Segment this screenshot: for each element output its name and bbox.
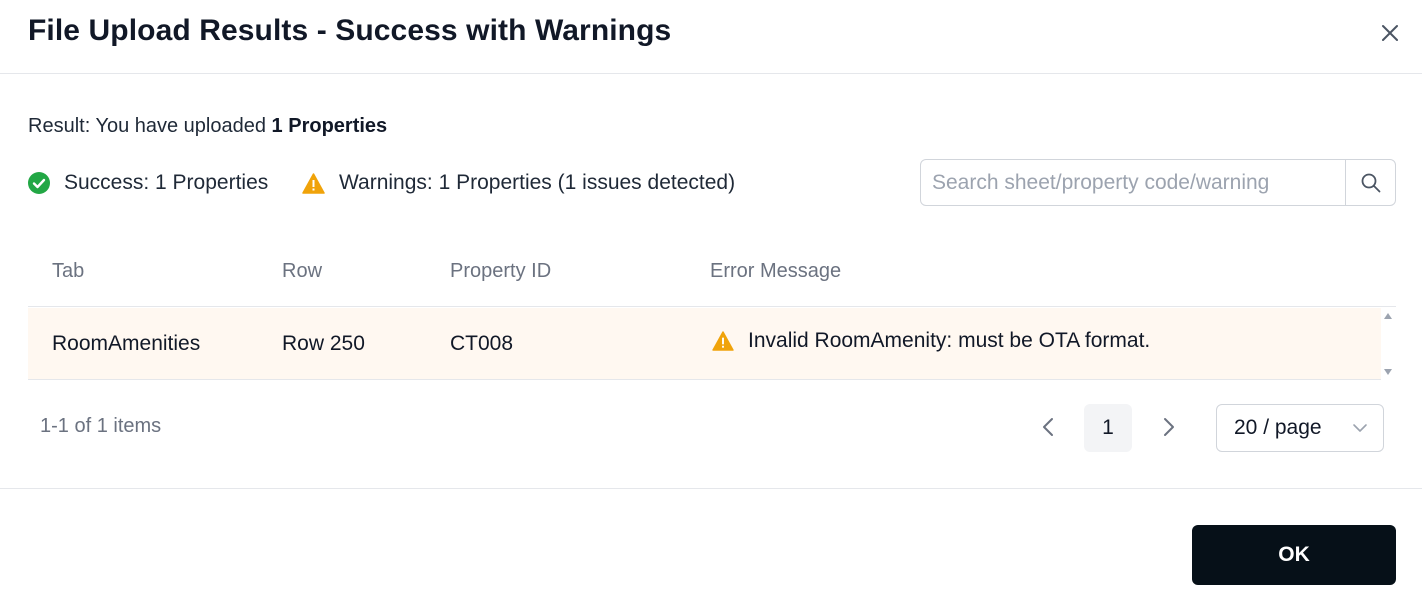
cell-row: Row 250 xyxy=(282,332,365,355)
column-header-tab: Tab xyxy=(52,260,85,282)
search-box xyxy=(920,159,1396,206)
result-summary: Result: You have uploaded 1 Properties xyxy=(28,115,387,138)
cell-tab: RoomAmenities xyxy=(52,332,201,355)
close-button[interactable] xyxy=(1376,19,1404,47)
error-message-text: Invalid RoomAmenity: must be OTA format. xyxy=(748,329,1151,352)
warning-icon xyxy=(302,172,325,194)
search-button[interactable] xyxy=(1345,160,1395,205)
previous-page-button[interactable] xyxy=(1036,414,1062,440)
ok-button[interactable]: OK xyxy=(1192,525,1396,585)
success-stat: Success: 1 Properties xyxy=(28,170,268,196)
table-header: Tab Row Property ID Error Message xyxy=(28,237,1396,307)
column-header-property-id: Property ID xyxy=(450,260,552,282)
column-header-row: Row xyxy=(282,260,323,282)
scroll-down-arrow-icon[interactable] xyxy=(1382,367,1394,377)
scroll-up-arrow-icon[interactable] xyxy=(1382,311,1394,321)
upload-results-dialog: File Upload Results - Success with Warni… xyxy=(0,0,1422,610)
chevron-left-icon xyxy=(1043,418,1053,436)
page-size-select[interactable]: 20 / page xyxy=(1216,404,1384,452)
table-row: RoomAmenities Row 250 CT008 Invalid Room… xyxy=(28,308,1381,380)
chevron-down-icon xyxy=(1353,424,1367,432)
page-size-value: 20 / page xyxy=(1234,416,1322,439)
page-number-button[interactable]: 1 xyxy=(1084,404,1132,452)
dialog-title: File Upload Results - Success with Warni… xyxy=(28,14,672,47)
check-circle-icon xyxy=(28,172,50,194)
pagination-total: 1-1 of 1 items xyxy=(40,415,162,437)
next-page-button[interactable] xyxy=(1155,414,1181,440)
cell-property-id: CT008 xyxy=(450,332,514,355)
footer-divider xyxy=(0,488,1422,489)
column-header-error-message: Error Message xyxy=(710,260,842,282)
cell-error-message: Invalid RoomAmenity: must be OTA format. xyxy=(712,329,1150,353)
search-icon xyxy=(1361,173,1380,192)
warnings-text: Warnings: 1 Properties (1 issues detecte… xyxy=(339,171,736,194)
warnings-stat: Warnings: 1 Properties (1 issues detecte… xyxy=(302,170,735,196)
warning-icon xyxy=(712,331,734,351)
search-input[interactable] xyxy=(921,160,1345,205)
result-prefix: Result: You have uploaded xyxy=(28,115,272,137)
result-count: 1 Properties xyxy=(271,115,388,137)
dialog-header: File Upload Results - Success with Warni… xyxy=(0,0,1422,74)
success-text: Success: 1 Properties xyxy=(64,171,269,194)
results-table: Tab Row Property ID Error Message RoomAm… xyxy=(28,237,1396,380)
close-icon xyxy=(1382,25,1398,41)
chevron-right-icon xyxy=(1164,418,1174,436)
